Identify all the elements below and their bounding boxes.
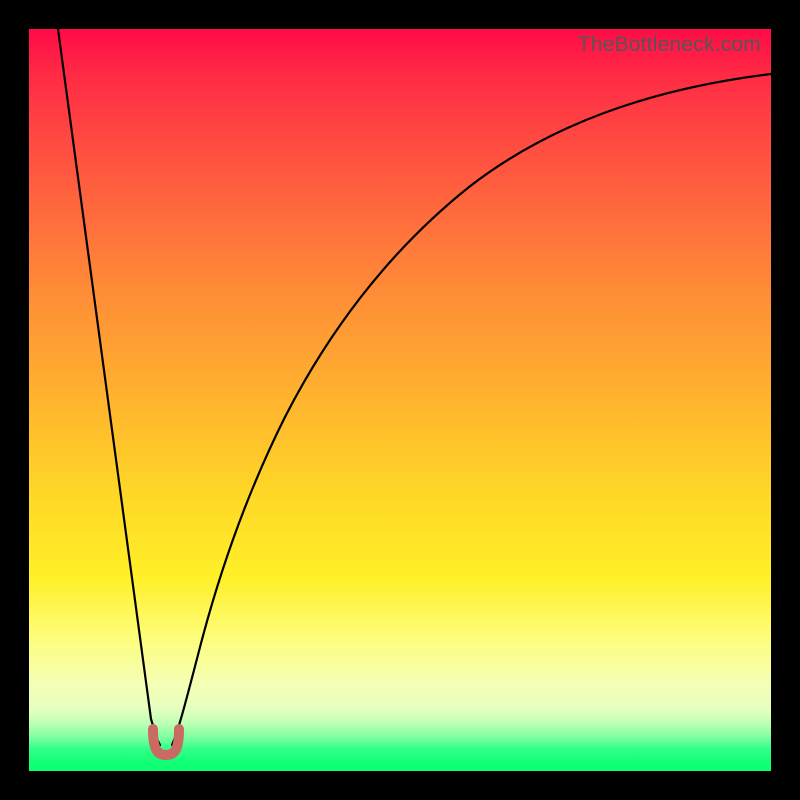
chart-curves bbox=[29, 29, 771, 771]
chart-frame: TheBottleneck.com bbox=[0, 0, 800, 800]
curve-right-branch bbox=[172, 74, 771, 745]
curve-left-branch bbox=[58, 29, 160, 745]
chart-plot-area: TheBottleneck.com bbox=[29, 29, 771, 771]
optimal-marker-icon bbox=[153, 729, 179, 755]
